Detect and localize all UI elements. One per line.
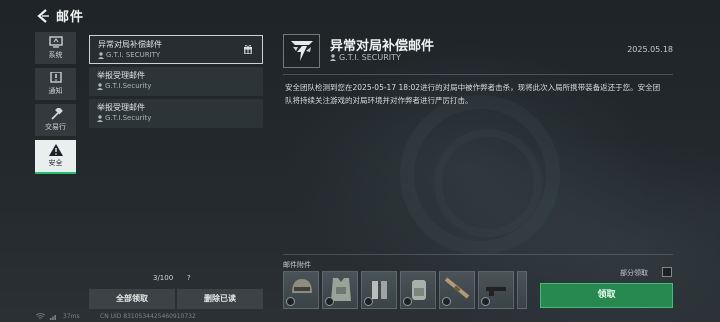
attachment-slot-partial[interactable]: [517, 271, 527, 309]
attachment-slot[interactable]: [322, 271, 358, 309]
person-icon: [330, 54, 336, 61]
delete-read-button[interactable]: 删除已读: [177, 289, 263, 309]
user-uid: CN UID 8310534425460910732: [100, 313, 196, 320]
mail-sender: G.T.I.Security: [105, 114, 152, 122]
attachments-label: 邮件附件: [283, 261, 311, 269]
item-rarity-icon: [325, 297, 334, 306]
mail-sender-row: G.T.I. SECURITY: [98, 50, 254, 60]
person-icon: [97, 82, 103, 90]
header: 邮件: [36, 6, 85, 25]
claim-all-button[interactable]: 全部领取: [89, 289, 175, 309]
person-icon: [98, 51, 104, 59]
partial-claim-label: 部分领取: [620, 269, 648, 277]
mail-sender-row: G.T.I.Security: [97, 113, 255, 123]
mail-detail-sender-row: G.T.I. SECURITY: [330, 53, 401, 62]
background-emblem: [400, 95, 560, 255]
mail-item[interactable]: 举报受理邮件 G.T.I.Security: [89, 99, 263, 128]
sidebar: 系统 通知 交易行 安全: [35, 32, 76, 178]
monitor-icon: [48, 36, 63, 48]
back-arrow-icon[interactable]: [36, 8, 50, 23]
mail-title: 异常对局补偿邮件: [98, 40, 162, 49]
sidebar-item-label: 交易行: [45, 123, 66, 131]
signal-icon: [50, 314, 56, 320]
attachment-slot[interactable]: [283, 271, 319, 309]
attachment-slot[interactable]: [361, 271, 397, 309]
mail-title: 举报受理邮件: [97, 71, 145, 80]
mail-sender: G.T.I.Security: [105, 82, 152, 90]
claim-button[interactable]: 领取: [540, 283, 673, 308]
attachment-slot[interactable]: [478, 271, 514, 309]
mail-detail-date: 2025.05.18: [627, 45, 673, 54]
mail-title: 举报受理邮件: [97, 103, 145, 112]
mail-sender-row: G.T.I.Security: [97, 81, 255, 91]
sender-logo-icon: [283, 34, 320, 68]
sidebar-item-notice[interactable]: 通知: [35, 68, 76, 100]
alert-icon: [49, 72, 62, 83]
sidebar-item-label: 通知: [48, 87, 63, 95]
mail-detail-title: 异常对局补偿邮件: [330, 39, 435, 54]
sidebar-item-trade[interactable]: 交易行: [35, 104, 76, 136]
mail-list: 异常对局补偿邮件 G.T.I. SECURITY 举报受理邮件 G.T.I.Se…: [89, 35, 263, 131]
page-title: 邮件: [56, 9, 85, 25]
item-rarity-icon: [481, 297, 490, 306]
attachment-slot[interactable]: [400, 271, 436, 309]
mail-item[interactable]: 异常对局补偿邮件 G.T.I. SECURITY: [89, 35, 263, 64]
mail-item[interactable]: 举报受理邮件 G.T.I.Security: [89, 67, 263, 96]
sidebar-item-label: 系统: [48, 51, 63, 59]
attachment-slot[interactable]: [439, 271, 475, 309]
attachments-row: [283, 271, 527, 309]
partial-claim-checkbox[interactable]: [662, 267, 672, 277]
item-rarity-icon: [403, 297, 412, 306]
mail-detail-body: 安全团队检测到您在2025-05-17 18:02进行的对局中被作弊者击杀，现将…: [285, 83, 661, 105]
status-bar: 37ms: [36, 313, 80, 320]
divider: [283, 74, 673, 75]
gift-icon: [244, 44, 252, 54]
divider: [283, 254, 673, 255]
item-rarity-icon: [364, 297, 373, 306]
sidebar-item-label: 安全: [48, 159, 63, 167]
latency-text: 37ms: [63, 313, 80, 320]
mail-count-row: 3/100 ?: [89, 273, 263, 285]
wifi-icon: [36, 313, 45, 319]
hammer-icon: [50, 108, 63, 120]
sidebar-item-system[interactable]: 系统: [35, 32, 76, 64]
mail-detail-sender: G.T.I. SECURITY: [339, 53, 401, 62]
mail-sender: G.T.I. SECURITY: [106, 51, 161, 59]
mail-count: 3/100: [153, 274, 174, 282]
item-rarity-icon: [442, 297, 451, 306]
sidebar-item-security[interactable]: 安全: [35, 140, 76, 174]
person-icon: [97, 114, 103, 122]
item-rarity-icon: [286, 297, 295, 306]
help-icon[interactable]: ?: [187, 274, 191, 282]
warning-icon: [48, 144, 63, 156]
